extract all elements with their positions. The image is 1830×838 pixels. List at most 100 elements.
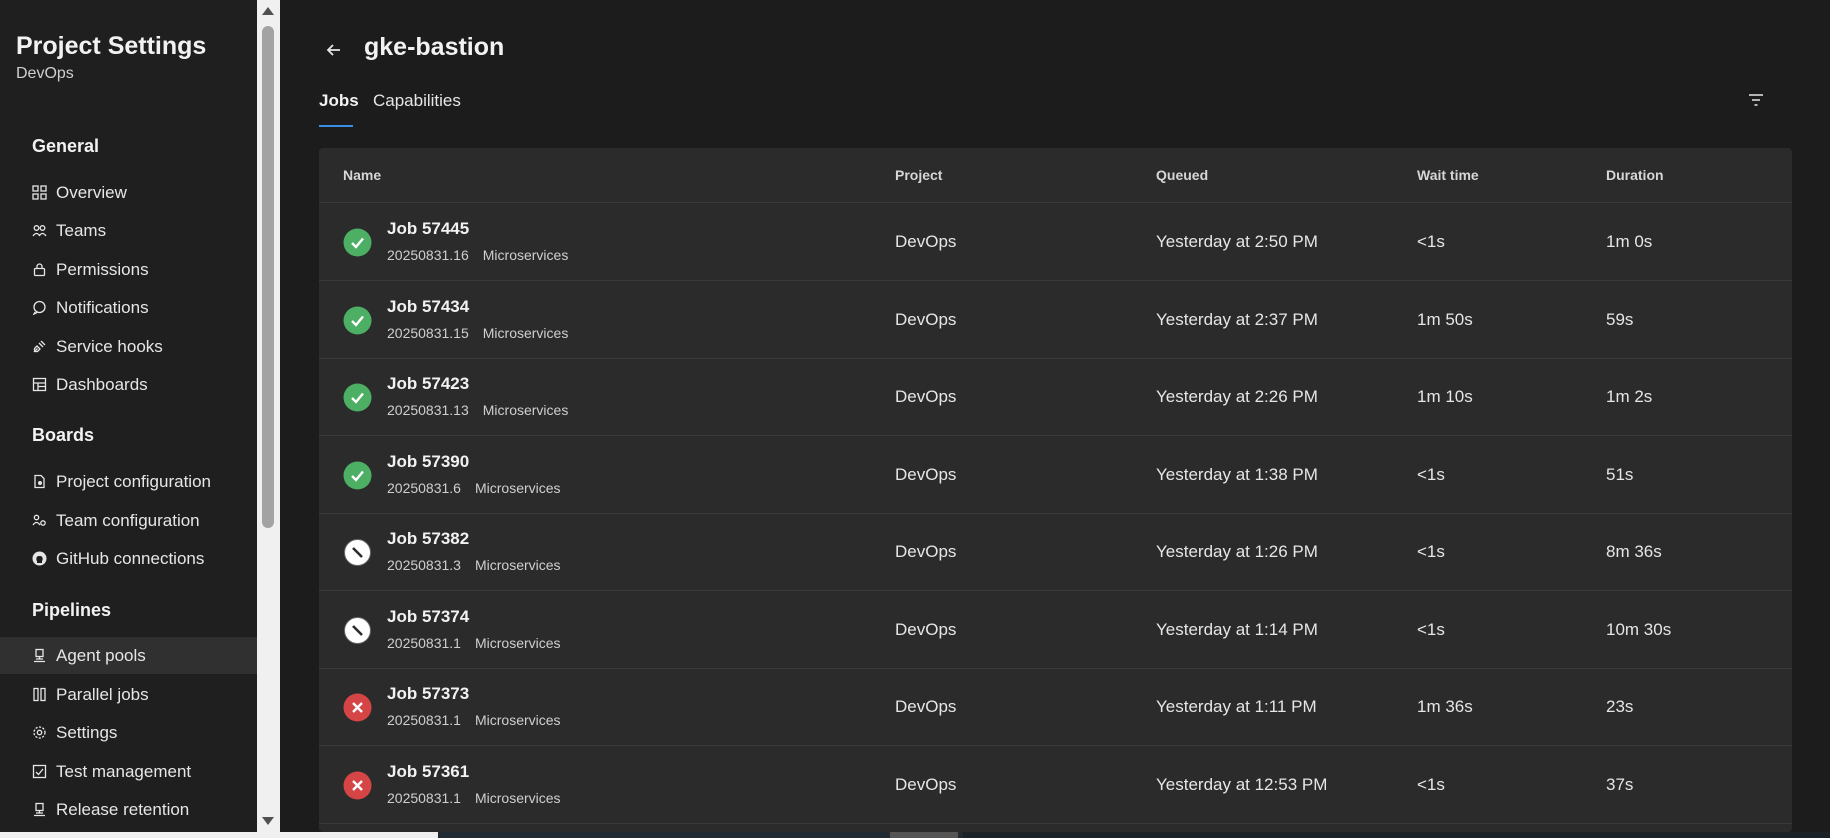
section-pipelines: Pipelines	[32, 600, 112, 620]
horizontal-scrollbar[interactable]	[0, 832, 1830, 838]
filter-button[interactable]	[1747, 91, 1765, 109]
page-title: gke-bastion	[364, 33, 505, 61]
sidebar-item-team-configuration[interactable]: Team configuration	[0, 502, 257, 539]
sidebar-item-agent-pools[interactable]: Agent pools	[0, 637, 257, 674]
job-subtitle: 20250831.16 Microservices	[387, 247, 568, 263]
table-row[interactable]: Job 57445 20250831.16 Microservices DevOps Y…	[319, 203, 1792, 281]
dashboard-icon	[32, 377, 47, 392]
table-row[interactable]: Job 57382 20250831.3 Microservices DevOps Ye…	[319, 513, 1792, 591]
sidebar-item-overview[interactable]: Overview	[0, 174, 257, 211]
tab-jobs[interactable]: Jobs	[319, 91, 359, 111]
duration-cell: 10m 30s	[1606, 619, 1672, 639]
sidebar-item-test-management[interactable]: Test management	[0, 753, 257, 790]
sidebar-item-release-retention[interactable]: Release retention	[0, 791, 257, 828]
parallel-icon	[32, 687, 47, 702]
job-name[interactable]: Job 57361	[387, 762, 469, 782]
project-cell: DevOps	[895, 232, 957, 251]
sidebar-item-project-configuration[interactable]: Project configuration	[0, 463, 257, 500]
duration-cell: 1m 0s	[1606, 232, 1653, 251]
project-cell: DevOps	[895, 542, 957, 561]
sidebar-item-github-connections[interactable]: GitHub connections	[0, 540, 257, 577]
duration-cell: 51s	[1606, 464, 1634, 484]
sidebar-item-label: Agent pools	[56, 646, 146, 665]
sidebar-item-permissions[interactable]: Permissions	[0, 251, 257, 288]
job-name[interactable]: Job 57382	[387, 529, 469, 549]
table-row[interactable]: Job 57361 20250831.1 Microservices DevOps Ye…	[319, 746, 1792, 824]
scroll-up-arrow-icon[interactable]	[262, 7, 274, 15]
job-subtitle: 20250831.6 Microservices	[387, 480, 561, 496]
sidebar-item-label: Release retention	[56, 800, 190, 819]
agent-pool-icon	[32, 648, 47, 663]
sidebar-item-settings[interactable]: Settings	[0, 714, 257, 751]
build-number: 20250831.13	[387, 402, 469, 418]
wait-time-cell: 1m 36s	[1417, 697, 1473, 716]
scrollbar-thumb[interactable]	[890, 832, 958, 838]
job-name[interactable]: Job 57390	[387, 452, 469, 472]
sidebar-item-notifications[interactable]: Notifications	[0, 289, 257, 326]
table-row[interactable]: Job 57423 20250831.13 Microservices DevOps Y…	[319, 358, 1792, 436]
duration-cell: 1m 2s	[1606, 387, 1653, 406]
job-name[interactable]: Job 57445	[387, 219, 469, 239]
x-circle-icon	[343, 693, 372, 722]
table-row[interactable]: Job 57390 20250831.6 Microservices DevOps Ye…	[319, 436, 1792, 514]
wait-time-cell: <1s	[1417, 774, 1445, 794]
wait-time-cell: 1m 10s	[1417, 387, 1473, 406]
pipeline-name: Microservices	[474, 712, 561, 728]
build-number: 20250831.1	[387, 789, 461, 806]
column-header-name[interactable]: Name	[343, 167, 381, 183]
project-cell: DevOps	[895, 697, 957, 716]
job-name[interactable]: Job 57374	[387, 607, 469, 627]
job-name[interactable]: Job 57423	[387, 374, 469, 394]
project-cell: DevOps	[895, 309, 957, 329]
pipeline-name: Microservices	[474, 479, 561, 496]
column-header-queued[interactable]: Queued	[1156, 167, 1208, 183]
table-row[interactable]: Job 57434 20250831.15 Microservices DevOps Y…	[319, 281, 1792, 359]
tab-capabilities[interactable]: Capabilities	[373, 91, 461, 111]
lock-icon	[32, 262, 47, 277]
scroll-down-arrow-icon[interactable]	[262, 817, 274, 825]
gear-icon	[32, 725, 47, 740]
main-content: gke-bastion Jobs Capabilities Name Proje…	[280, 0, 1830, 832]
sidebar-item-label: GitHub connections	[56, 549, 205, 568]
sidebar-item-service-hooks[interactable]: Service hooks	[0, 328, 257, 365]
active-tab-indicator	[319, 125, 353, 127]
filter-icon	[1749, 94, 1763, 106]
column-header-project[interactable]: Project	[895, 167, 942, 183]
wait-time-cell: 1m 50s	[1417, 309, 1473, 329]
test-plan-icon	[32, 764, 47, 779]
table-row[interactable]: Job 57374 20250831.1 Microservices DevOps Ye…	[319, 591, 1792, 669]
table-header: Name Project Queued Wait time Duration	[319, 148, 1792, 203]
document-gear-icon	[32, 474, 47, 489]
sidebar-item-label: Notifications	[56, 298, 149, 317]
sidebar-item-parallel-jobs[interactable]: Parallel jobs	[0, 676, 257, 713]
scrollbar-thumb[interactable]	[262, 26, 274, 528]
canceled-circle-icon	[343, 538, 372, 567]
wait-time-cell: <1s	[1417, 542, 1445, 561]
github-icon	[32, 551, 47, 566]
back-button[interactable]	[323, 39, 345, 61]
build-number: 20250831.16	[387, 247, 469, 263]
duration-cell: 8m 36s	[1606, 542, 1662, 561]
sidebar-item-dashboards[interactable]: Dashboards	[0, 366, 257, 403]
column-header-duration[interactable]: Duration	[1606, 167, 1664, 183]
column-header-wait-time[interactable]: Wait time	[1417, 167, 1479, 183]
sidebar-item-label: Overview	[56, 183, 127, 202]
job-name[interactable]: Job 57434	[387, 297, 469, 317]
pipeline-name: Microservices	[482, 324, 569, 341]
job-name[interactable]: Job 57373	[387, 684, 469, 704]
sidebar-item-label: Teams	[56, 221, 107, 240]
project-cell: DevOps	[895, 619, 957, 639]
job-subtitle: 20250831.1 Microservices	[387, 790, 561, 806]
sidebar-item-label: Team configuration	[56, 511, 200, 530]
pipeline-name: Microservices	[482, 402, 569, 418]
sidebar-scrollbar[interactable]	[257, 0, 280, 832]
sidebar-item-label: Permissions	[56, 260, 149, 279]
sidebar: Project Settings DevOps General Overview…	[0, 0, 257, 832]
teams-icon	[32, 223, 47, 238]
project-cell: DevOps	[895, 387, 957, 406]
sidebar-item-label: Test management	[56, 762, 192, 781]
table-row[interactable]: Job 57373 20250831.1 Microservices DevOps Ye…	[319, 668, 1792, 746]
sidebar-item-label: Parallel jobs	[56, 685, 149, 704]
sidebar-item-teams[interactable]: Teams	[0, 212, 257, 249]
project-cell: DevOps	[895, 774, 957, 794]
